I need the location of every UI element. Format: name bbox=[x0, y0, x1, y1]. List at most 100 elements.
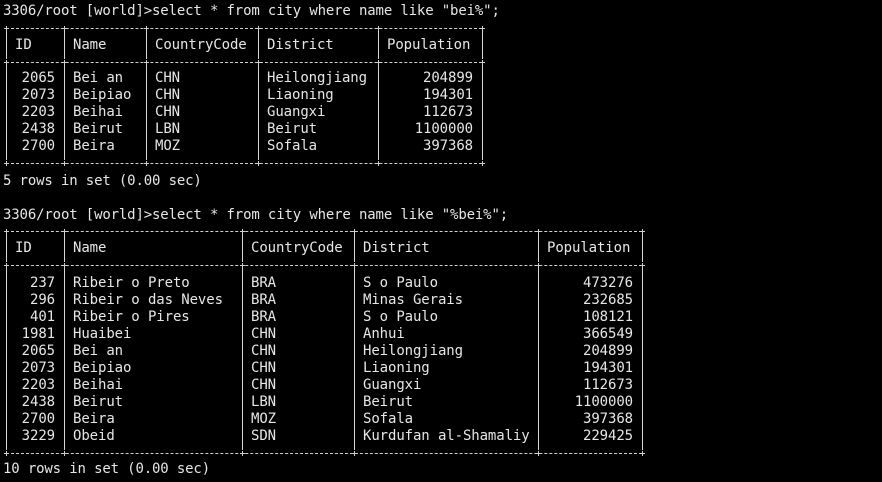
table-cell: Sofala bbox=[267, 138, 317, 154]
column-header: CountryCode bbox=[155, 37, 247, 53]
table-cell: CHN bbox=[251, 377, 276, 393]
table-cell: MOZ bbox=[251, 411, 276, 427]
table-cell: 2073 bbox=[21, 87, 55, 103]
table-border bbox=[6, 28, 482, 30]
table-cell: 232685 bbox=[583, 292, 633, 308]
table-joint bbox=[144, 161, 149, 166]
table-column-separator bbox=[538, 268, 539, 450]
table-cell: 2065 bbox=[21, 343, 55, 359]
table-cell: Beipiao bbox=[73, 360, 132, 376]
table-cell: S o Paulo bbox=[363, 275, 438, 291]
table-joint bbox=[4, 161, 9, 166]
table-cell: 194301 bbox=[423, 87, 473, 103]
table-cell: 2073 bbox=[21, 360, 55, 376]
table-cell: BRA bbox=[251, 292, 276, 308]
table-cell: Beira bbox=[73, 138, 115, 154]
table-cell: S o Paulo bbox=[363, 309, 438, 325]
table-cell: Beirut bbox=[73, 394, 123, 410]
table-cell: Guangxi bbox=[363, 377, 422, 393]
table-cell: Ribeir o das Neves bbox=[73, 292, 223, 308]
table-cell: 397368 bbox=[583, 411, 633, 427]
table-cell: 2438 bbox=[21, 394, 55, 410]
table-cell: Heilongjiang bbox=[267, 70, 367, 86]
table-cell: 397368 bbox=[423, 138, 473, 154]
table-column-separator bbox=[538, 234, 539, 262]
table-cell: 366549 bbox=[583, 326, 633, 342]
table-column-separator bbox=[258, 65, 259, 160]
column-header: Name bbox=[73, 37, 107, 53]
table-cell: 2700 bbox=[21, 138, 55, 154]
table-border bbox=[6, 265, 642, 267]
table-column-separator bbox=[6, 31, 7, 59]
table-cell: 1981 bbox=[21, 326, 55, 342]
table-cell: 1100000 bbox=[574, 394, 633, 410]
table-column-separator bbox=[354, 234, 355, 262]
table-cell: 112673 bbox=[423, 104, 473, 120]
table-border bbox=[6, 163, 482, 165]
table-cell: 2438 bbox=[21, 121, 55, 137]
table-cell: CHN bbox=[155, 104, 180, 120]
table-joint bbox=[640, 451, 645, 456]
table-cell: BRA bbox=[251, 275, 276, 291]
table-cell: Bei an bbox=[73, 70, 123, 86]
table-cell: Huaibei bbox=[73, 326, 132, 342]
table-cell: 1100000 bbox=[414, 121, 473, 137]
table-cell: Liaoning bbox=[363, 360, 430, 376]
table-cell: 229425 bbox=[583, 428, 633, 444]
column-header: District bbox=[267, 37, 334, 53]
table-column-separator bbox=[6, 65, 7, 160]
table-joint bbox=[62, 451, 67, 456]
table-cell: 108121 bbox=[583, 309, 633, 325]
column-header: ID bbox=[15, 240, 32, 256]
table-cell: 2700 bbox=[21, 411, 55, 427]
table-column-separator bbox=[242, 234, 243, 262]
column-header: CountryCode bbox=[251, 240, 343, 256]
table-cell: CHN bbox=[155, 70, 180, 86]
column-header: Population bbox=[547, 240, 631, 256]
command-line[interactable]: 3306/root [world]>select * from city whe… bbox=[3, 207, 508, 224]
table-cell: LBN bbox=[251, 394, 276, 410]
table-cell: 237 bbox=[30, 275, 55, 291]
table-border bbox=[6, 231, 642, 233]
table-cell: 473276 bbox=[583, 275, 633, 291]
table-column-separator bbox=[378, 31, 379, 59]
table-cell: Anhui bbox=[363, 326, 405, 342]
table-cell: Minas Gerais bbox=[363, 292, 463, 308]
table-column-separator bbox=[6, 268, 7, 450]
table-cell: BRA bbox=[251, 309, 276, 325]
table-column-separator bbox=[242, 268, 243, 450]
command-line[interactable]: 3306/root [world]>select * from city whe… bbox=[3, 3, 500, 20]
table-cell: LBN bbox=[155, 121, 180, 137]
table-column-separator bbox=[482, 31, 483, 59]
table-column-separator bbox=[354, 268, 355, 450]
table-column-separator bbox=[146, 65, 147, 160]
table-column-separator bbox=[378, 65, 379, 160]
table-cell: Beipiao bbox=[73, 87, 132, 103]
table-cell: CHN bbox=[251, 343, 276, 359]
table-cell: CHN bbox=[155, 87, 180, 103]
table-column-separator bbox=[6, 234, 7, 262]
column-header: ID bbox=[15, 37, 32, 53]
table-cell: Ribeir o Preto bbox=[73, 275, 190, 291]
table-joint bbox=[240, 451, 245, 456]
table-cell: Kurdufan al-Shamaliy bbox=[363, 428, 530, 444]
table-cell: Beirut bbox=[73, 121, 123, 137]
table-column-separator bbox=[258, 31, 259, 59]
table-joint bbox=[62, 161, 67, 166]
table-cell: 194301 bbox=[583, 360, 633, 376]
table-joint bbox=[352, 451, 357, 456]
table-joint bbox=[256, 161, 261, 166]
table-cell: CHN bbox=[251, 360, 276, 376]
table-cell: Guangxi bbox=[267, 104, 326, 120]
table-cell: Beihai bbox=[73, 377, 123, 393]
result-summary: 5 rows in set (0.00 sec) bbox=[3, 173, 202, 189]
column-header: District bbox=[363, 240, 430, 256]
table-cell: Beira bbox=[73, 411, 115, 427]
table-cell: Liaoning bbox=[267, 87, 334, 103]
table-cell: Sofala bbox=[363, 411, 413, 427]
table-cell: Bei an bbox=[73, 343, 123, 359]
table-cell: 2203 bbox=[21, 377, 55, 393]
table-column-separator bbox=[64, 31, 65, 59]
table-column-separator bbox=[642, 268, 643, 450]
column-header: Population bbox=[387, 37, 471, 53]
